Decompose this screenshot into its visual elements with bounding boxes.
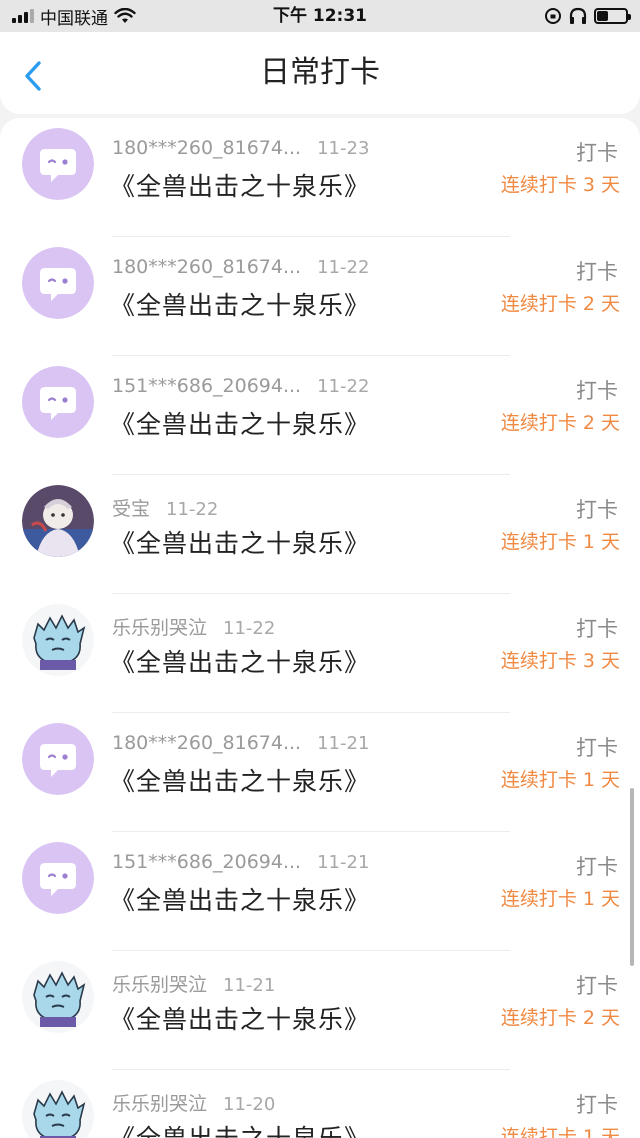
- status-right: [544, 0, 631, 32]
- list-item[interactable]: 乐乐别哭泣 11-21 《全兽出击之十泉乐》 打卡 连续打卡 2 天: [0, 951, 640, 1070]
- checkin-date: 11-21: [223, 975, 276, 996]
- list-item[interactable]: 受宝 11-22 《全兽出击之十泉乐》 打卡 连续打卡 1 天: [0, 475, 640, 594]
- checkin-date: 11-22: [166, 499, 219, 520]
- default-chat-avatar[interactable]: [22, 128, 94, 200]
- back-button[interactable]: [18, 60, 48, 92]
- checkin-list[interactable]: 180***260_81674... 11-23 《全兽出击之十泉乐》 打卡 连续…: [0, 118, 640, 1138]
- cellular-signal-icon: [12, 9, 34, 23]
- list-item[interactable]: 乐乐别哭泣 11-22 《全兽出击之十泉乐》 打卡 连续打卡 3 天: [0, 594, 640, 713]
- list-item[interactable]: 乐乐别哭泣 11-20 《全兽出击之十泉乐》 打卡 连续打卡 1 天: [0, 1070, 640, 1138]
- chevron-left-icon: [25, 61, 41, 91]
- username: 180***260_81674...: [112, 137, 302, 159]
- username: 180***260_81674...: [112, 256, 302, 278]
- checkin-button[interactable]: 打卡: [576, 1089, 618, 1119]
- book-title: 《全兽出击之十泉乐》: [110, 886, 371, 915]
- cartoon-monster-avatar[interactable]: [22, 604, 94, 676]
- checkin-date: 11-21: [317, 852, 370, 873]
- username: 180***260_81674...: [112, 732, 302, 754]
- checkin-date: 11-22: [317, 257, 370, 278]
- username: 151***686_20694...: [112, 851, 302, 873]
- headphones-icon: [569, 7, 587, 24]
- username: 乐乐别哭泣: [112, 617, 208, 639]
- book-title: 《全兽出击之十泉乐》: [110, 767, 371, 796]
- checkin-button[interactable]: 打卡: [576, 137, 618, 167]
- checkin-date: 11-20: [223, 1094, 276, 1115]
- checkin-date: 11-21: [317, 733, 370, 754]
- book-title: 《全兽出击之十泉乐》: [110, 1119, 370, 1138]
- checkin-date: 11-22: [223, 618, 276, 639]
- streak-label: 连续打卡 1 天: [500, 888, 620, 910]
- streak-label: 连续打卡 3 天: [500, 174, 620, 196]
- list-item[interactable]: 180***260_81674... 11-21 《全兽出击之十泉乐》 打卡 连续…: [0, 713, 640, 832]
- book-title: 《全兽出击之十泉乐》: [110, 172, 371, 201]
- status-bar: 中国联通 下午 12:31: [0, 0, 640, 32]
- username: 151***686_20694...: [112, 375, 302, 397]
- streak-label: 连续打卡 1 天: [500, 531, 620, 553]
- carrier-label: 中国联通: [40, 8, 108, 29]
- username: 乐乐别哭泣: [112, 1093, 208, 1115]
- default-chat-avatar[interactable]: [22, 247, 94, 319]
- streak-label: 连续打卡 3 天: [500, 650, 620, 672]
- book-title: 《全兽出击之十泉乐》: [110, 291, 371, 320]
- page-title: 日常打卡: [260, 55, 380, 90]
- status-left: 中国联通: [12, 0, 136, 32]
- book-title: 《全兽出击之十泉乐》: [110, 529, 371, 558]
- checkin-button[interactable]: 打卡: [576, 613, 618, 643]
- book-title: 《全兽出击之十泉乐》: [110, 410, 371, 439]
- list-item[interactable]: 151***686_20694... 11-22 《全兽出击之十泉乐》 打卡 连续…: [0, 356, 640, 475]
- streak-label: 连续打卡 2 天: [500, 412, 620, 434]
- book-title: 《全兽出击之十泉乐》: [110, 648, 371, 677]
- list-item[interactable]: 180***260_81674... 11-22 《全兽出击之十泉乐》 打卡 连续…: [0, 237, 640, 356]
- cartoon-monster-avatar[interactable]: [22, 961, 94, 1033]
- character-avatar[interactable]: [22, 485, 94, 557]
- list-item[interactable]: 151***686_20694... 11-21 《全兽出击之十泉乐》 打卡 连续…: [0, 832, 640, 951]
- wifi-icon: [114, 8, 136, 23]
- battery-icon: [594, 8, 631, 24]
- checkin-button[interactable]: 打卡: [576, 494, 618, 524]
- checkin-date: 11-22: [317, 376, 370, 397]
- default-chat-avatar[interactable]: [22, 842, 94, 914]
- checkin-button[interactable]: 打卡: [576, 375, 618, 405]
- streak-label: 连续打卡 2 天: [500, 1007, 620, 1029]
- username: 乐乐别哭泣: [112, 974, 208, 996]
- header-bar: 日常打卡: [0, 32, 640, 114]
- checkin-date: 11-23: [317, 138, 370, 159]
- streak-label: 连续打卡 2 天: [500, 293, 620, 315]
- default-chat-avatar[interactable]: [22, 723, 94, 795]
- checkin-button[interactable]: 打卡: [576, 851, 618, 881]
- checkin-button[interactable]: 打卡: [576, 256, 618, 286]
- checkin-button[interactable]: 打卡: [576, 732, 618, 762]
- orientation-lock-icon: [545, 8, 561, 24]
- streak-label: 连续打卡 1 天: [500, 769, 620, 791]
- username: 受宝: [112, 498, 151, 520]
- book-title: 《全兽出击之十泉乐》: [110, 1005, 371, 1034]
- default-chat-avatar[interactable]: [22, 366, 94, 438]
- list-item[interactable]: 180***260_81674... 11-23 《全兽出击之十泉乐》 打卡 连续…: [0, 118, 640, 237]
- cartoon-monster-avatar[interactable]: [22, 1080, 94, 1138]
- checkin-button[interactable]: 打卡: [576, 970, 618, 1000]
- streak-label: 连续打卡 1 天: [500, 1126, 620, 1138]
- scrollbar[interactable]: [630, 788, 634, 966]
